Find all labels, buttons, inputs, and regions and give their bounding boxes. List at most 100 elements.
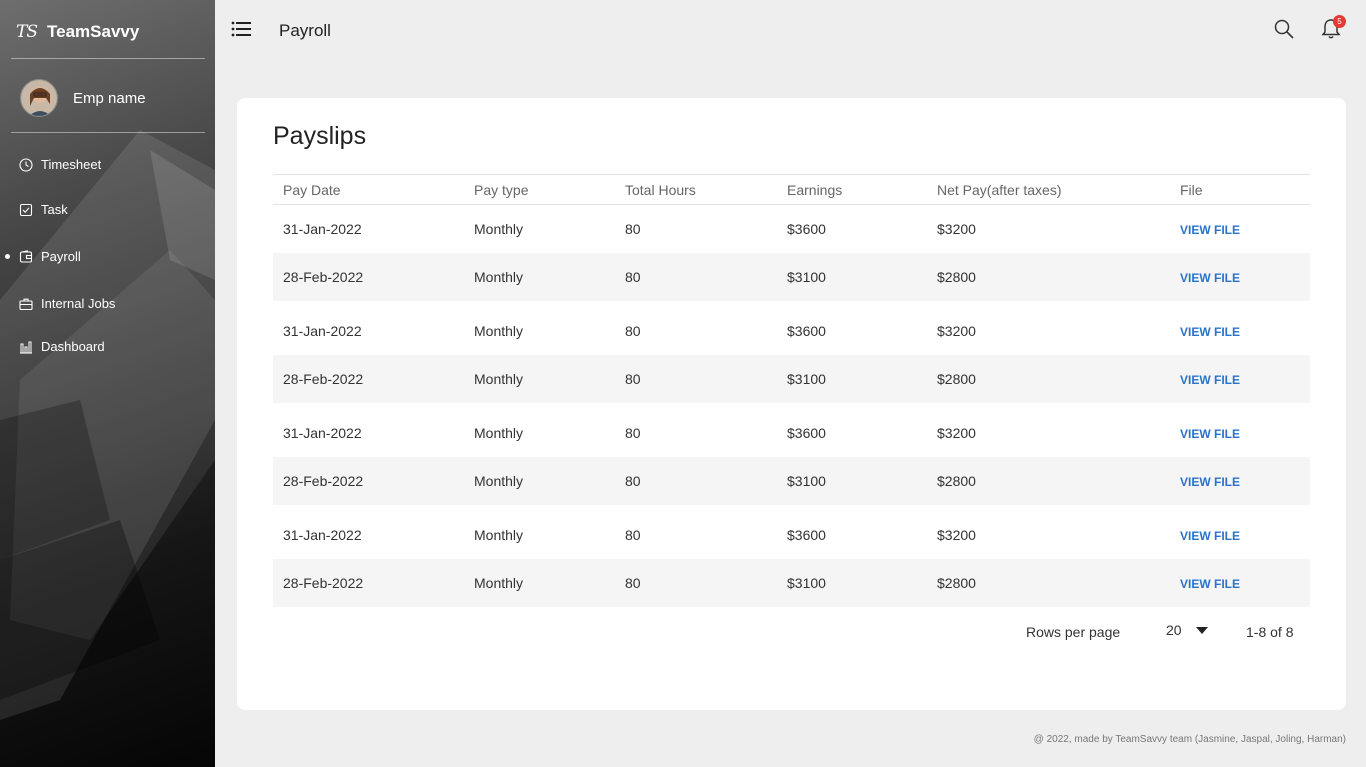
notification-badge: 5 (1333, 15, 1346, 28)
cell-earnings: $3100 (787, 269, 826, 285)
cell-pay-type: Monthly (474, 269, 524, 285)
cell-earnings: $3100 (787, 473, 826, 489)
cell-net-pay: $3200 (937, 425, 976, 441)
cell-earnings: $3600 (787, 221, 826, 237)
sidebar-item-label: Internal Jobs (41, 296, 116, 311)
sidebar-item-dashboard[interactable]: Dashboard (19, 339, 105, 354)
cell-net-pay: $2800 (937, 371, 976, 387)
cell-pay-type: Monthly (474, 371, 524, 387)
cell-pay-type: Monthly (474, 425, 524, 441)
notifications-button[interactable]: 5 (1321, 15, 1346, 40)
table-row: 31-Jan-2022 Monthly 80 $3600 $3200 VIEW … (273, 205, 1310, 253)
column-header-total-hours[interactable]: Total Hours (625, 182, 787, 198)
sidebar: TS TeamSavvy Emp name Timesheet Task Pay… (0, 0, 215, 767)
cell-total-hours: 80 (625, 575, 641, 591)
payslips-card: Payslips Pay Date Pay type Total Hours E… (237, 98, 1346, 710)
view-file-link[interactable]: VIEW FILE (1180, 271, 1240, 285)
table-row: 31-Jan-2022 Monthly 80 $3600 $3200 VIEW … (273, 511, 1310, 559)
column-header-earnings[interactable]: Earnings (787, 182, 937, 198)
table-row: 28-Feb-2022 Monthly 80 $3100 $2800 VIEW … (273, 355, 1310, 403)
cell-net-pay: $2800 (937, 575, 976, 591)
cell-earnings: $3600 (787, 425, 826, 441)
cell-net-pay: $2800 (937, 269, 976, 285)
user-name: Emp name (73, 89, 146, 107)
avatar (20, 79, 58, 117)
view-file-link[interactable]: VIEW FILE (1180, 577, 1240, 591)
cell-pay-date: 28-Feb-2022 (283, 575, 364, 591)
column-header-pay-type[interactable]: Pay type (474, 182, 625, 198)
column-header-net-pay[interactable]: Net Pay(after taxes) (937, 182, 1180, 198)
table-row: 28-Feb-2022 Monthly 80 $3100 $2800 VIEW … (273, 457, 1310, 505)
pagination: Rows per page 20 1-8 of 8 (273, 620, 1310, 644)
checklist-icon (19, 203, 33, 216)
table-row: 28-Feb-2022 Monthly 80 $3100 $2800 VIEW … (273, 559, 1310, 607)
rows-per-page-select[interactable]: 20 (1166, 622, 1208, 638)
cell-total-hours: 80 (625, 221, 641, 237)
table-row: 28-Feb-2022 Monthly 80 $3100 $2800 VIEW … (273, 253, 1310, 301)
cell-pay-type: Monthly (474, 473, 524, 489)
sidebar-item-internal-jobs[interactable]: Internal Jobs (19, 296, 115, 311)
cell-earnings: $3600 (787, 527, 826, 543)
menu-list-icon[interactable] (231, 20, 251, 38)
footer: @ 2022, made by TeamSavvy team (Jasmine,… (1033, 734, 1346, 745)
page-title: Payroll (279, 21, 331, 40)
cell-pay-date: 28-Feb-2022 (283, 269, 364, 285)
cell-pay-date: 31-Jan-2022 (283, 221, 362, 237)
bar-chart-icon (20, 341, 32, 354)
cell-net-pay: $3200 (937, 323, 976, 339)
payslips-table: Pay Date Pay type Total Hours Earnings N… (273, 174, 1310, 607)
cell-total-hours: 80 (625, 371, 641, 387)
cell-total-hours: 80 (625, 527, 641, 543)
cell-pay-type: Monthly (474, 221, 524, 237)
cell-net-pay: $3200 (937, 527, 976, 543)
active-indicator (5, 254, 10, 259)
rows-per-page-value: 20 (1166, 622, 1182, 638)
search-icon[interactable] (1274, 19, 1294, 39)
rows-per-page-label: Rows per page (1026, 624, 1121, 640)
card-title: Payslips (273, 122, 367, 150)
cell-earnings: $3100 (787, 575, 826, 591)
user-profile[interactable]: Emp name (20, 79, 146, 117)
sidebar-divider (11, 132, 205, 133)
sidebar-item-task[interactable]: Task (19, 202, 68, 217)
cell-net-pay: $2800 (937, 473, 976, 489)
brand-logo: TS (16, 22, 38, 42)
sidebar-item-label: Dashboard (41, 339, 105, 354)
cell-total-hours: 80 (625, 473, 641, 489)
cell-total-hours: 80 (625, 269, 641, 285)
sidebar-item-timesheet[interactable]: Timesheet (19, 157, 101, 172)
table-row: 31-Jan-2022 Monthly 80 $3600 $3200 VIEW … (273, 409, 1310, 457)
sidebar-divider (11, 58, 205, 59)
view-file-link[interactable]: VIEW FILE (1180, 325, 1240, 339)
view-file-link[interactable]: VIEW FILE (1180, 373, 1240, 387)
sidebar-item-label: Timesheet (41, 157, 102, 172)
pagination-range: 1-8 of 8 (1246, 624, 1294, 640)
clock-icon (19, 157, 33, 172)
cell-pay-date: 31-Jan-2022 (283, 323, 362, 339)
payroll-icon (19, 249, 33, 263)
brand-name: TeamSavvy (47, 22, 140, 41)
cell-pay-type: Monthly (474, 323, 524, 339)
cell-pay-type: Monthly (474, 527, 524, 543)
sidebar-item-label: Task (41, 202, 68, 217)
cell-net-pay: $3200 (937, 221, 976, 237)
cell-pay-date: 28-Feb-2022 (283, 371, 364, 387)
cell-total-hours: 80 (625, 425, 641, 441)
cell-pay-date: 31-Jan-2022 (283, 527, 362, 543)
table-row: 31-Jan-2022 Monthly 80 $3600 $3200 VIEW … (273, 307, 1310, 355)
view-file-link[interactable]: VIEW FILE (1180, 529, 1240, 543)
briefcase-icon (19, 298, 33, 310)
topbar: Payroll 5 (215, 0, 1366, 62)
view-file-link[interactable]: VIEW FILE (1180, 475, 1240, 489)
cell-earnings: $3600 (787, 323, 826, 339)
sidebar-item-payroll[interactable]: Payroll (5, 249, 81, 264)
brand[interactable]: TS TeamSavvy (16, 20, 139, 44)
view-file-link[interactable]: VIEW FILE (1180, 427, 1240, 441)
column-header-pay-date[interactable]: Pay Date (273, 182, 474, 198)
sidebar-item-label: Payroll (41, 249, 81, 264)
view-file-link[interactable]: VIEW FILE (1180, 223, 1240, 237)
cell-pay-type: Monthly (474, 575, 524, 591)
column-header-file[interactable]: File (1180, 182, 1310, 198)
cell-pay-date: 28-Feb-2022 (283, 473, 364, 489)
cell-earnings: $3100 (787, 371, 826, 387)
